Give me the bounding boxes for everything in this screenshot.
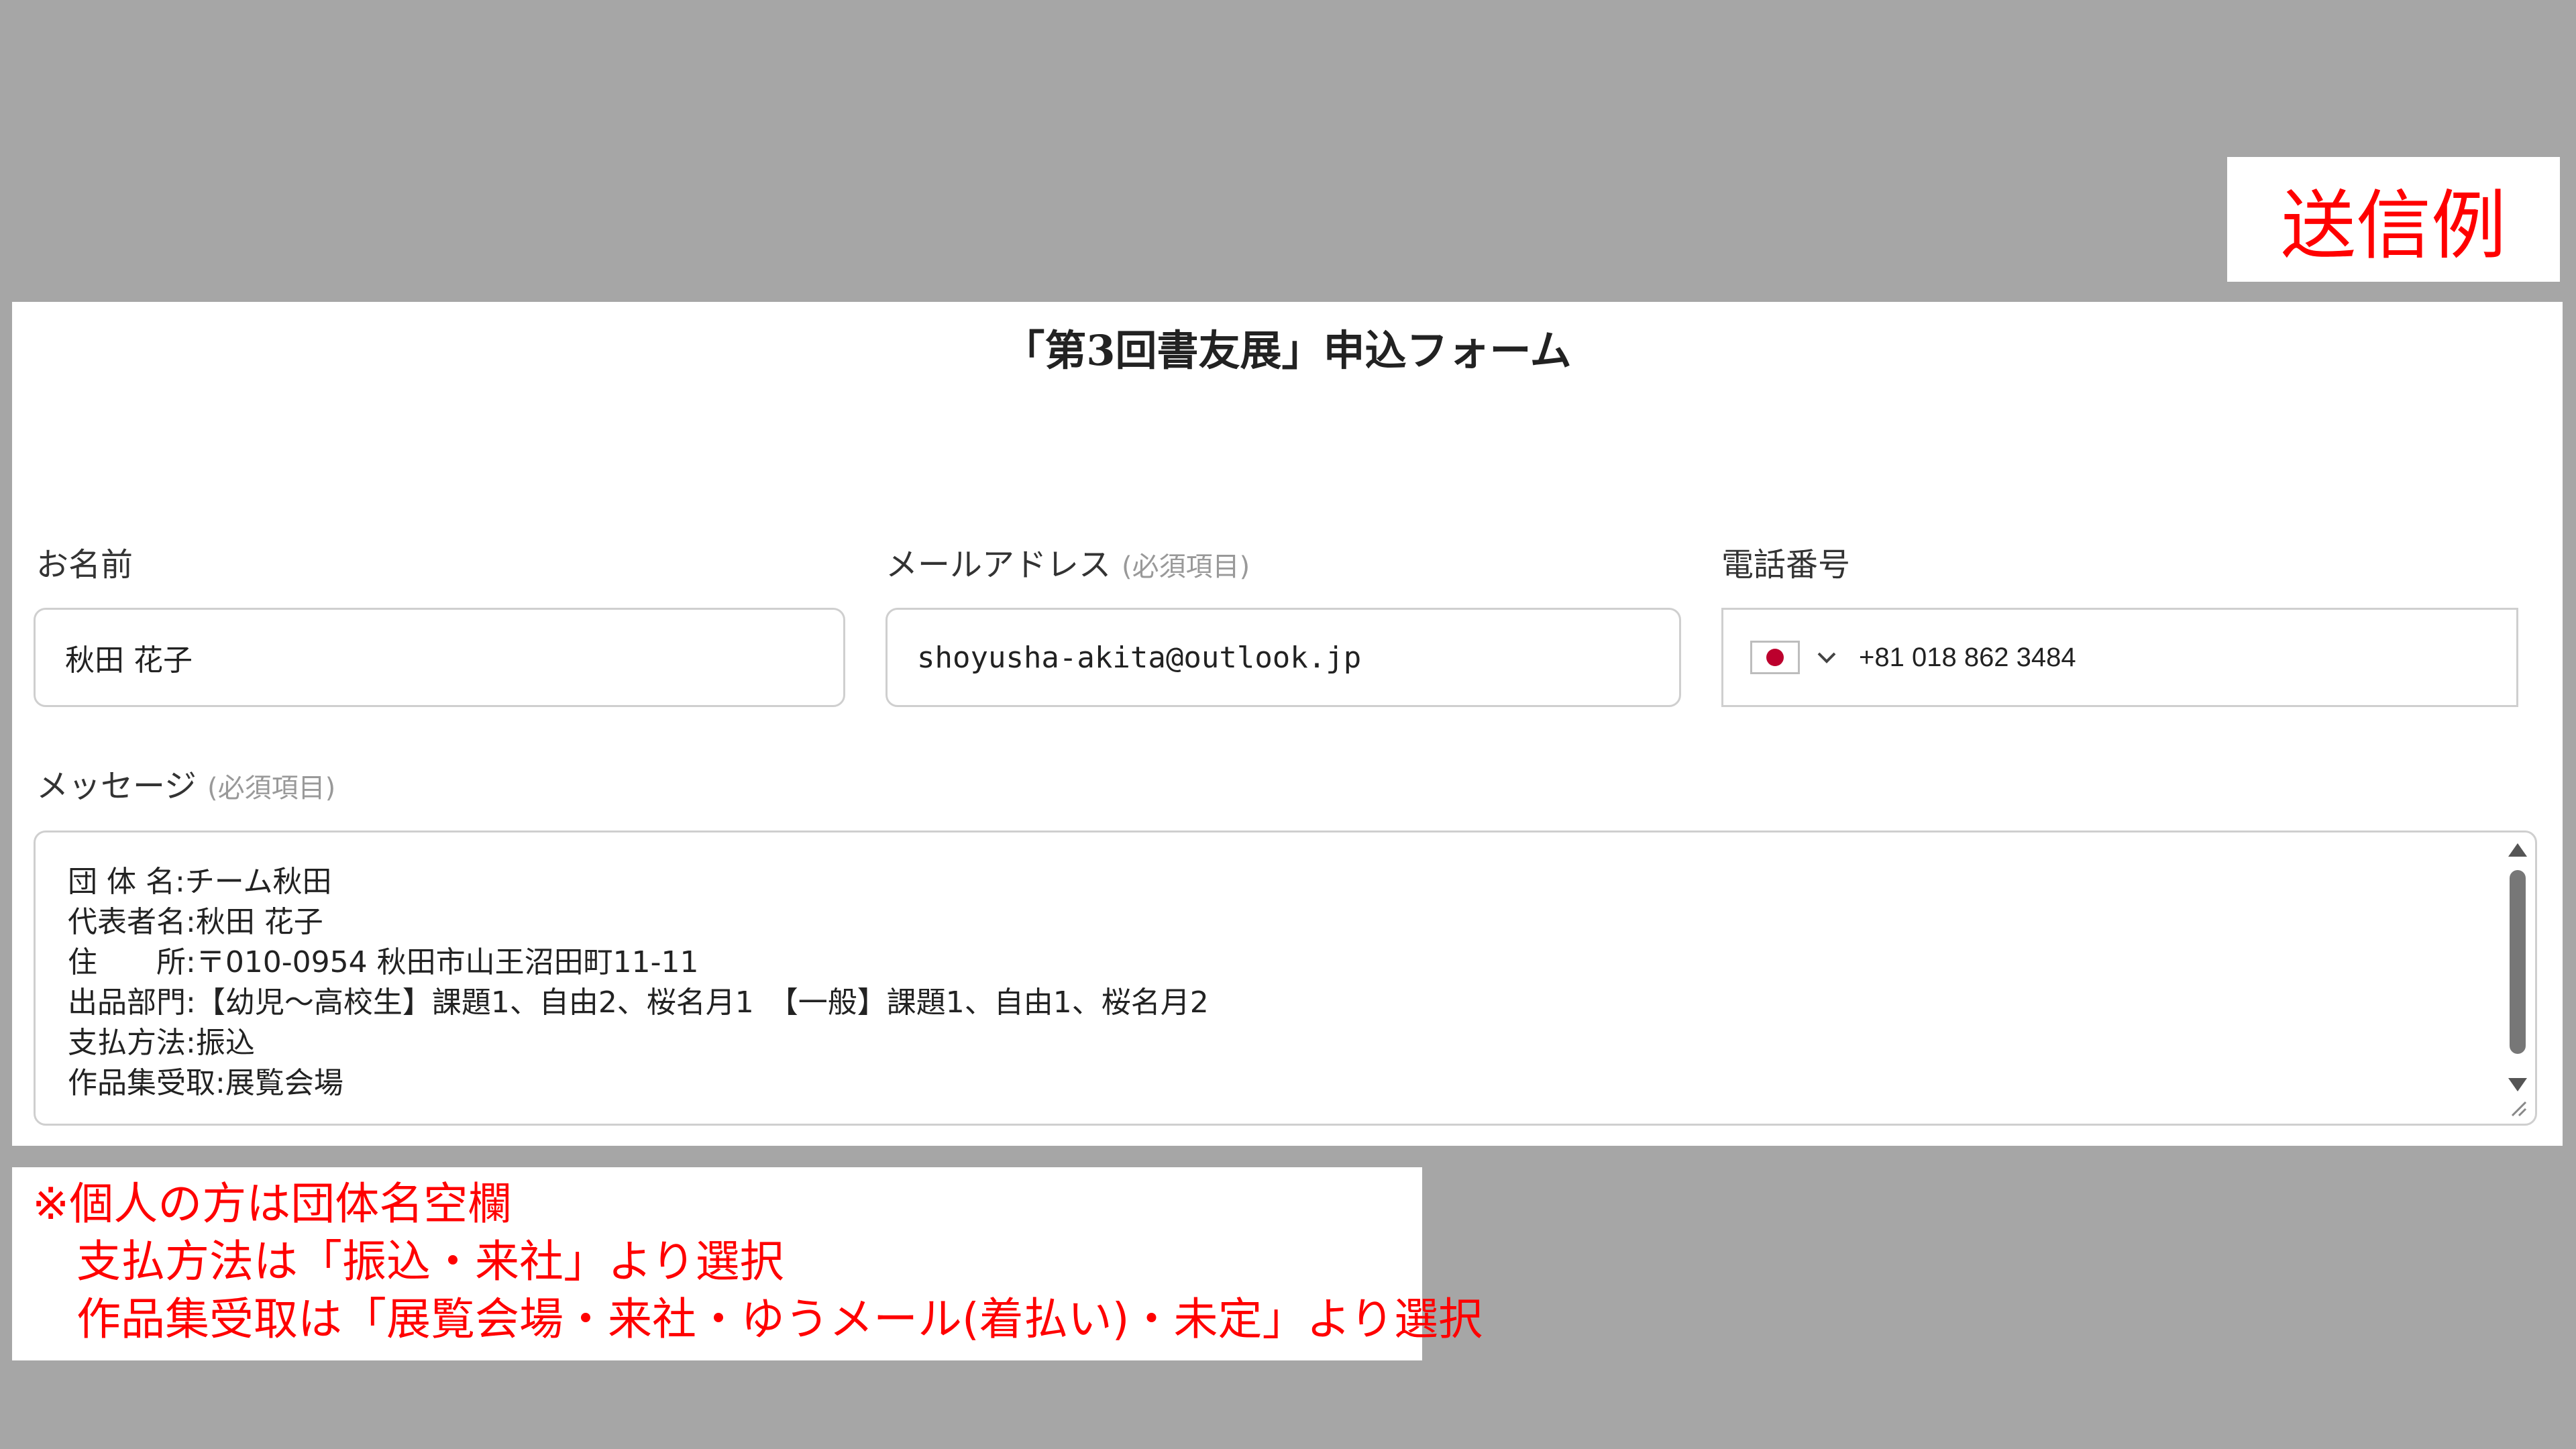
email-required-note: (必須項目) [1122, 551, 1250, 582]
name-field[interactable]: 秋田 花子 [34, 608, 845, 707]
email-field[interactable]: shoyusha-akita@outlook.jp [885, 608, 1681, 707]
name-value: 秋田 花子 [65, 643, 193, 678]
note-line: 作品集受取は「展覧会場・来社・ゆうメール(着払い)・未定」より選択 [32, 1293, 1483, 1345]
message-line: 出品部門:【幼児～高校生】課題1、自由2、桜名月1 【一般】課題1、自由1、桜名… [68, 985, 1209, 1020]
message-textarea[interactable]: 団 体 名:チーム秋田 代表者名:秋田 花子 住 所:〒010-0954 秋田市… [34, 830, 2537, 1126]
chevron-down-icon[interactable] [1815, 645, 1839, 669]
message-scrollbar[interactable] [2504, 837, 2531, 1105]
message-label: メッセージ [36, 767, 197, 805]
email-label: メールアドレス [885, 546, 1112, 584]
note-line: 支払方法は「振込・来社」より選択 [32, 1236, 784, 1287]
email-label-group: メールアドレス (必須項目) [885, 538, 1250, 585]
email-value: shoyusha-akita@outlook.jp [917, 640, 1362, 675]
message-line: 住 所:〒010-0954 秋田市山王沼田町11-11 [68, 945, 699, 979]
form-panel: 「第3回書友展」申込フォーム お名前 秋田 花子 メールアドレス (必須項目) s… [12, 302, 2563, 1146]
form-title: 「第3回書友展」申込フォーム [1003, 326, 1572, 375]
message-line: 代表者名:秋田 花子 [68, 905, 323, 939]
resize-handle-icon[interactable] [2508, 1098, 2527, 1117]
message-label-group: メッセージ (必須項目) [36, 759, 335, 806]
note-line: ※個人の方は団体名空欄 [32, 1178, 513, 1230]
name-label: お名前 [36, 546, 133, 584]
message-required-note: (必須項目) [207, 773, 336, 804]
instruction-note: ※個人の方は団体名空欄 支払方法は「振込・来社」より選択 作品集受取は「展覧会場… [12, 1167, 1483, 1360]
message-content: 団 体 名:チーム秋田 代表者名:秋田 花子 住 所:〒010-0954 秋田市… [68, 862, 1209, 1104]
message-line: 作品集受取:展覧会場 [68, 1066, 343, 1100]
jp-flag-icon[interactable] [1750, 641, 1800, 674]
message-line: 支払方法:振込 [68, 1026, 255, 1060]
scroll-up-arrow-icon[interactable] [2508, 843, 2527, 857]
message-line: 団 体 名:チーム秋田 [68, 865, 332, 899]
example-badge: 送信例 [2227, 157, 2560, 282]
phone-field[interactable]: +81 018 862 3484 [1721, 608, 2518, 707]
scroll-down-arrow-icon[interactable] [2508, 1078, 2527, 1091]
phone-label: 電話番号 [1721, 546, 1851, 584]
phone-value: +81 018 862 3484 [1859, 642, 2076, 672]
scrollbar-thumb[interactable] [2510, 870, 2526, 1054]
